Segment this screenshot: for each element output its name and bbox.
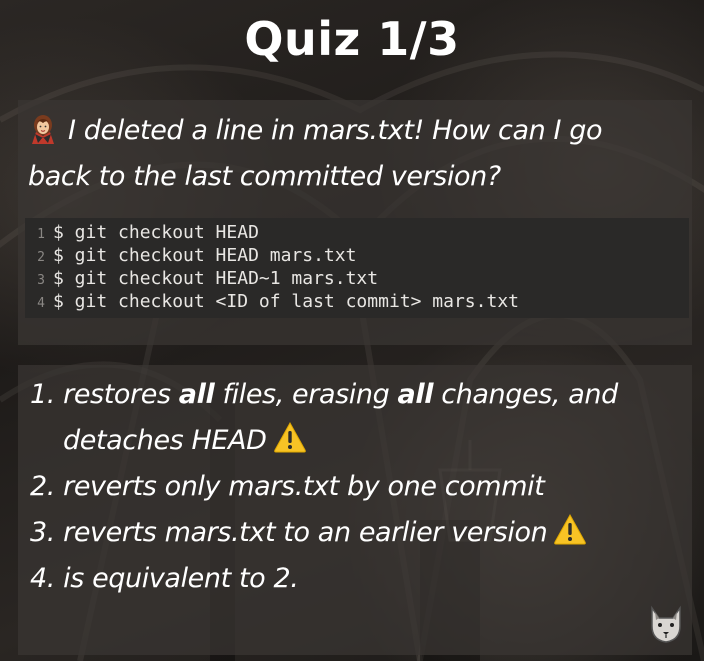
code-line: 1 $ git checkout HEAD [25, 221, 259, 244]
slide-title: Quiz 1/3 [244, 12, 460, 66]
answer-text: detaches HEAD [63, 425, 267, 456]
wolf-mascot-icon [651, 605, 681, 643]
code-text: $ git checkout <ID of last commit> mars.… [53, 291, 519, 312]
answer-1-line-1: 1. restores all files, erasing all chang… [30, 372, 618, 418]
question-text: I deleted a line in mars.txt! How can I … [28, 108, 678, 200]
answer-4: 4. is equivalent to 2. [30, 563, 299, 594]
code-text: $ git checkout HEAD [53, 222, 259, 243]
question-line-2: back to the last committed version? [28, 161, 501, 192]
code-line: 2 $ git checkout HEAD mars.txt [25, 244, 356, 267]
line-number: 3 [37, 273, 45, 288]
warning-icon [554, 513, 587, 545]
answer-3: 3. reverts mars.txt to an earlier versio… [30, 510, 587, 556]
answer-text: 3. reverts mars.txt to an earlier versio… [30, 517, 548, 548]
answer-text: 1. restores [30, 379, 179, 410]
answer-text: files, erasing [214, 379, 398, 410]
code-block: 1 $ git checkout HEAD 2 $ git checkout HEA… [25, 218, 689, 318]
answer-2: 2. reverts only mars.txt by one commit [30, 471, 545, 502]
code-line: 3 $ git checkout HEAD~1 mars.txt [25, 267, 378, 290]
woman-vampire-icon [32, 115, 54, 144]
answer-emphasis: all [178, 379, 215, 410]
warning-icon [273, 421, 306, 453]
code-text: $ git checkout HEAD mars.txt [53, 245, 357, 266]
answer-text: changes, and [433, 379, 618, 410]
code-line: 4 $ git checkout <ID of last commit> mars… [25, 290, 519, 313]
answer-emphasis: all [397, 379, 434, 410]
answer-1-line-2: detaches HEAD [63, 418, 307, 464]
question-line-1: I deleted a line in mars.txt! How can I … [28, 108, 678, 154]
line-number: 2 [37, 250, 45, 265]
code-text: $ git checkout HEAD~1 mars.txt [53, 268, 379, 289]
question-line-1-text: I deleted a line in mars.txt! How can I … [68, 115, 603, 146]
line-number: 4 [37, 296, 45, 311]
line-number: 1 [37, 227, 45, 242]
